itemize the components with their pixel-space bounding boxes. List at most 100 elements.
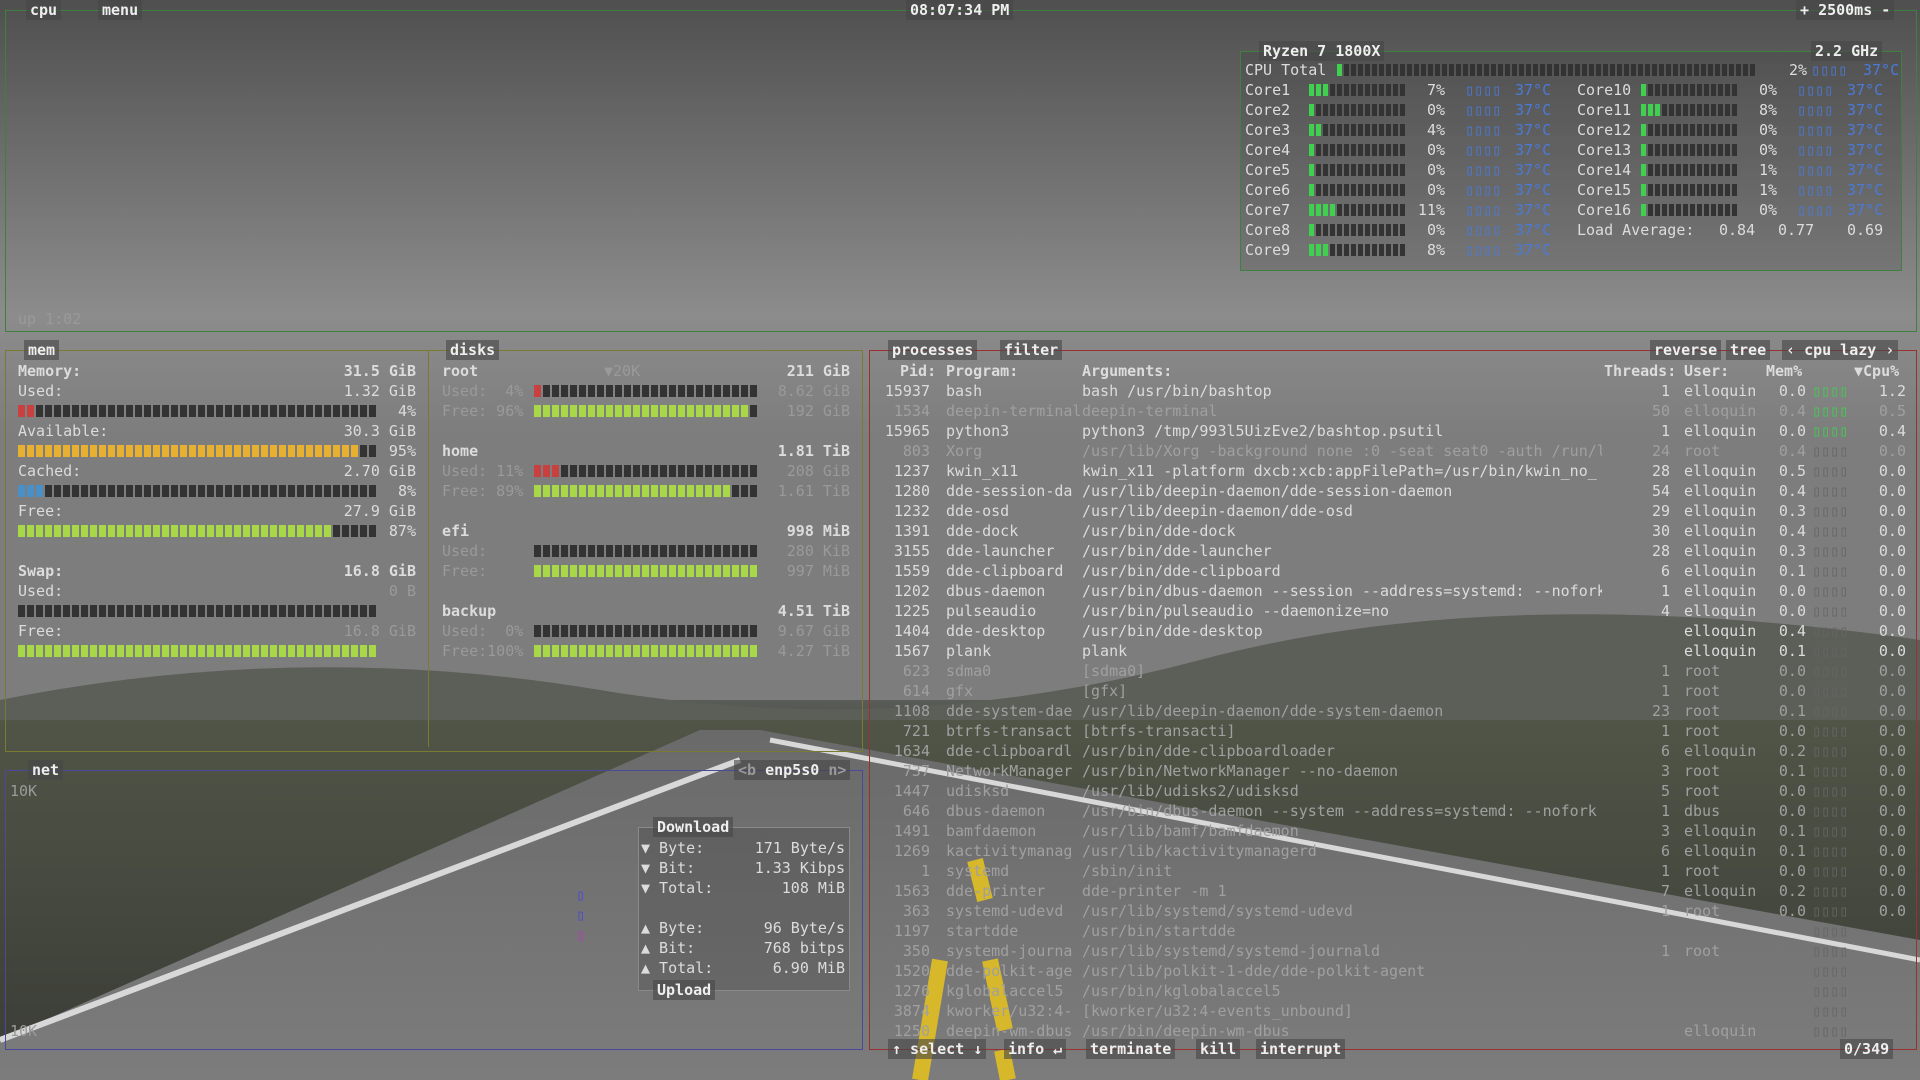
interval-plus-button[interactable]: + [1800,1,1809,19]
processes-tab[interactable]: processes [888,340,978,360]
interval-minus-button[interactable]: - [1881,1,1890,19]
filter-button[interactable]: filter [1000,340,1063,360]
process-row[interactable]: 1563 dde-printer dde-printer -m 1 7 elloquin… [870,881,1910,901]
process-cpu: 0.0 [1878,662,1906,680]
process-threads: 1 [1660,722,1670,740]
process-program: dde-system-dae [946,702,1073,720]
process-program: dde-session-da [946,482,1073,500]
header-mem[interactable]: Mem% [1766,361,1802,381]
interrupt-action[interactable]: interrupt [1256,1039,1346,1059]
header-args[interactable]: Arguments: [1082,361,1172,381]
process-row[interactable]: 1232 dde-osd/usr/lib/deepin-daemon/dde-os… [870,501,1910,521]
process-row[interactable]: 1108 dde-system-dae/usr/lib/deepin-daemon… [870,701,1910,721]
process-cpu-graph: ▯▯▯▯ [1812,682,1849,700]
process-args: /usr/lib/Xorg -background none :0 -seat … [1082,442,1602,460]
mem-row-pct: 87% [388,522,416,540]
process-row[interactable]: 614 gfx [gfx] 1 root 0.0 ▯▯▯▯ 0.0 [870,681,1910,701]
process-row[interactable]: 3874 kworker/u32:4- [kworker/u32:4-events_… [870,1001,1910,1021]
process-row[interactable]: 646 dbus-daemon/usr/bin/dbus-daemon --sys… [870,801,1910,821]
header-cpu[interactable]: ▼Cpu% [1854,361,1899,381]
menu-tab[interactable]: menu [98,0,143,20]
process-row[interactable]: 1280 dde-session-da/usr/lib/deepin-daemon… [870,481,1910,501]
process-row[interactable]: 1197 startdde/usr/bin/startdde ▯▯▯▯ [870,921,1910,941]
core-meter [1309,164,1405,176]
core-temp-graph: ▯▯▯▯ [1797,141,1834,159]
cpu-tab[interactable]: cpu [26,0,62,20]
iface-next-button[interactable]: n> [828,761,846,779]
process-row[interactable]: 623 sdma0 [sdma0] 1 root 0.0 ▯▯▯▯ 0.0 [870,661,1910,681]
process-cpu [1860,981,1906,1001]
header-program[interactable]: Program: [946,361,1018,381]
process-row[interactable]: 1534 deepin-terminal deepin-terminal 50 ello… [870,401,1910,421]
process-row[interactable]: 1276 kglobalaccel5/usr/bin/kglobalaccel5 ▯… [870,981,1910,1001]
memory-total: 31.5 GiB [343,362,416,380]
process-row[interactable]: 15965 python3 python3 /tmp/993l5UizEve2/ba… [870,421,1910,441]
process-row[interactable]: 15937 bash bash /usr/bin/bashtop 1 elloquin 0… [870,381,1910,401]
process-threads: 1 [1660,862,1670,880]
process-row[interactable]: 3155 dde-launcher/usr/bin/dde-launcher 28 e… [870,541,1910,561]
process-row[interactable]: 721 btrfs-transact [btrfs-transacti] 1 root 0… [870,721,1910,741]
process-cpu-graph: ▯▯▯▯ [1812,482,1849,500]
process-row[interactable]: 1225 pulseaudio/usr/bin/pulseaudio --daem… [870,601,1910,621]
disks-tab[interactable]: disks [446,340,500,360]
process-cpu-graph: ▯▯▯▯ [1812,762,1849,780]
core-temp: 37°C [1515,101,1552,119]
disk-free-label: Free:100% [442,642,524,660]
process-row[interactable]: 1567 plank plank elloquin 0.1 ▯▯▯▯ 0.0 [870,641,1910,661]
process-user: elloquin [1684,742,1757,760]
mem-row-label: Cached: [18,462,82,480]
interval-control[interactable]: + 2500ms - [1796,0,1895,20]
process-pid: 1534 [893,402,930,420]
process-user: elloquin [1684,642,1757,660]
process-row[interactable]: 1491 bamfdaemon/usr/lib/bamf/bamfdaemon 3 e… [870,821,1910,841]
download-title: Download [653,817,734,837]
swap-row-label: Used: [18,582,64,600]
mem-tab[interactable]: mem [24,340,60,360]
header-threads[interactable]: Threads: [1604,361,1676,381]
iface-selector[interactable]: <b enp5s0 n> [734,760,851,780]
load-15min: 0.69 [1847,221,1884,239]
process-row[interactable]: 1447 udisksd/usr/lib/udisks2/udisksd 5 root… [870,781,1910,801]
process-row[interactable]: 1237 kwin_x11 kwin_x11 -platform dxcb:xcb:… [870,461,1910,481]
net-tab[interactable]: net [28,760,64,780]
process-user: elloquin [1684,602,1757,620]
process-cpu [1860,961,1906,981]
process-row[interactable]: 1559 dde-clipboard/usr/bin/dde-clipboard 6… [870,561,1910,581]
process-row[interactable]: 803 Xorg/usr/lib/Xorg -background none :0… [870,441,1910,461]
terminate-action[interactable]: terminate [1086,1039,1176,1059]
sort-selector[interactable]: ‹ cpu lazy › [1782,340,1899,360]
process-row[interactable]: 1404 dde-desktop/usr/bin/dde-desktop elloq… [870,621,1910,641]
kill-action[interactable]: kill [1196,1039,1241,1059]
process-row[interactable]: 1520 dde-polkit-age/usr/lib/polkit-1-dde/… [870,961,1910,981]
process-row[interactable]: 1634 dde-clipboardl/usr/bin/dde-clipboard… [870,741,1910,761]
cpu-box: cpu menu 08:07:34 PM + 2500ms - up 1:02 … [5,0,1917,332]
process-row[interactable]: 1 systemd/sbin/init 1 root 0.0 ▯▯▯▯ 0.0 [870,861,1910,881]
process-cpu-graph: ▯▯▯▯ [1812,702,1849,720]
core-temp-graph: ▯▯▯▯ [1465,241,1502,259]
core-label: Core16 [1577,201,1632,219]
process-row[interactable]: 737 NetworkManager/usr/bin/NetworkManager… [870,761,1910,781]
header-pid[interactable]: Pid: [900,361,936,381]
mem-row-pct: 95% [388,442,416,460]
iface-prev-button[interactable]: <b [738,761,756,779]
process-cpu-graph: ▯▯▯▯ [1812,562,1849,580]
tree-toggle[interactable]: tree [1726,340,1771,360]
process-row[interactable]: 363 systemd-udevd/usr/lib/systemd/systemd… [870,901,1910,921]
info-action[interactable]: info ↵ [1004,1039,1067,1059]
process-row[interactable]: 1250 deepin-wm-dbus/usr/bin/deepin-wm-dbu… [870,1021,1910,1041]
process-row[interactable]: 1202 dbus-daemon/usr/bin/dbus-daemon --se… [870,581,1910,601]
reverse-toggle[interactable]: reverse [1650,340,1722,360]
process-threads: 30 [1651,522,1670,540]
process-cpu-graph: ▯▯▯▯ [1812,962,1849,980]
process-program: python3 [946,422,1010,440]
select-action[interactable]: ↑ select ↓ [888,1039,987,1059]
process-row[interactable]: 1391 dde-dock/usr/bin/dde-dock 30 elloquin 0… [870,521,1910,541]
process-row[interactable]: 1269 kactivitymanag/usr/lib/kactivitymana… [870,841,1910,861]
core-meter [1641,204,1737,216]
disk-used-label: Used: [442,542,488,560]
process-args: /usr/bin/NetworkManager --no-daemon [1082,762,1399,780]
mem-row-meter [18,445,376,457]
process-row[interactable]: 350 systemd-journa/usr/lib/systemd/system… [870,941,1910,961]
upload-stat-label: ▲ Bit: [641,939,696,957]
header-user[interactable]: User: [1684,361,1729,381]
